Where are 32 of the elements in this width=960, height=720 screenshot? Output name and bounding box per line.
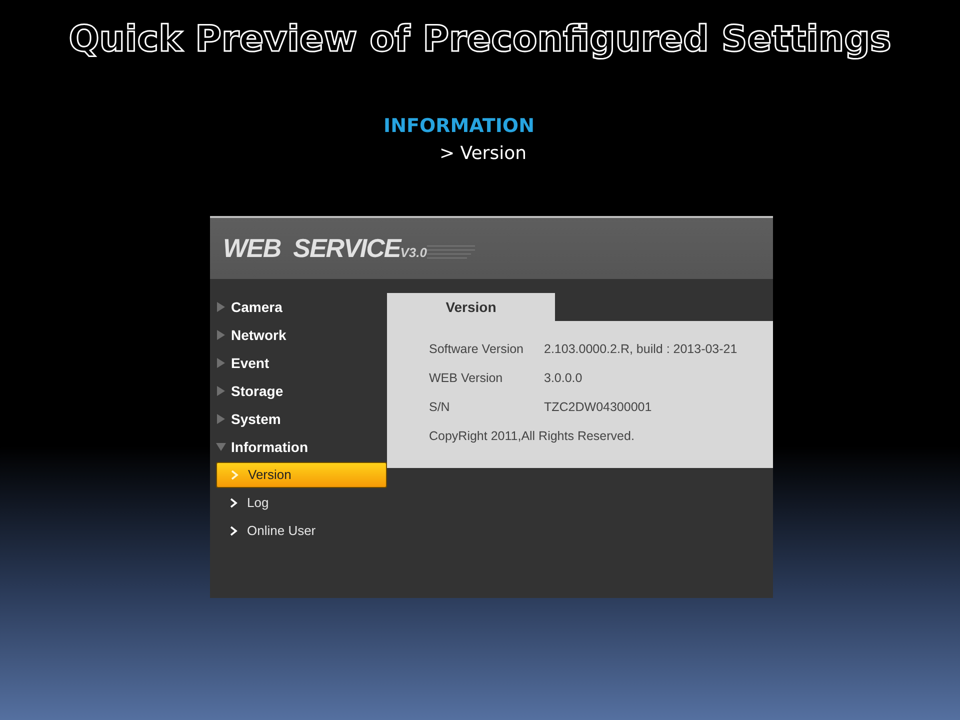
triangle-right-icon <box>216 386 226 396</box>
menu-item[interactable]: Information <box>216 433 387 461</box>
field-label: S/N <box>429 399 451 416</box>
chevron-icon <box>230 526 238 536</box>
section-heading: INFORMATION <box>384 114 536 138</box>
submenu-item[interactable]: Log <box>216 489 387 517</box>
copyright-text: CopyRight 2011,All Rights Reserved. <box>429 428 634 446</box>
menu-item[interactable]: Storage <box>216 377 387 405</box>
logo-text: WEB SERVICE <box>223 232 400 265</box>
menu-item[interactable]: Network <box>216 321 387 349</box>
field-value: 3.0.0.0 <box>544 370 582 388</box>
triangle-right-icon <box>216 358 226 368</box>
field-value: 2.103.0000.2.R, build : 2013-03-21 <box>544 341 738 358</box>
menu-item[interactable]: System <box>216 405 387 433</box>
submenu-item[interactable]: Version <box>216 462 387 488</box>
slide-title: Quick Preview of Preconfigured Settings <box>68 18 892 62</box>
submenu-item[interactable]: Online User <box>216 517 387 545</box>
triangle-down-icon <box>216 442 226 452</box>
triangle-right-icon <box>216 414 226 424</box>
field-label: Software Version <box>429 341 524 358</box>
triangle-right-icon <box>216 330 226 340</box>
triangle-right-icon <box>216 302 226 312</box>
chevron-icon <box>231 470 239 480</box>
speed-lines-icon <box>427 242 477 258</box>
chevron-icon <box>230 498 238 508</box>
breadcrumb: > Version <box>438 142 526 166</box>
tab[interactable]: Version <box>387 293 555 321</box>
logo-version: V3.0 <box>400 244 427 262</box>
field-value: TZC2DW04300001 <box>544 399 652 416</box>
field-label: WEB Version <box>429 370 504 388</box>
menu-item[interactable]: Event <box>216 349 387 377</box>
menu-item[interactable]: Camera <box>216 293 387 321</box>
